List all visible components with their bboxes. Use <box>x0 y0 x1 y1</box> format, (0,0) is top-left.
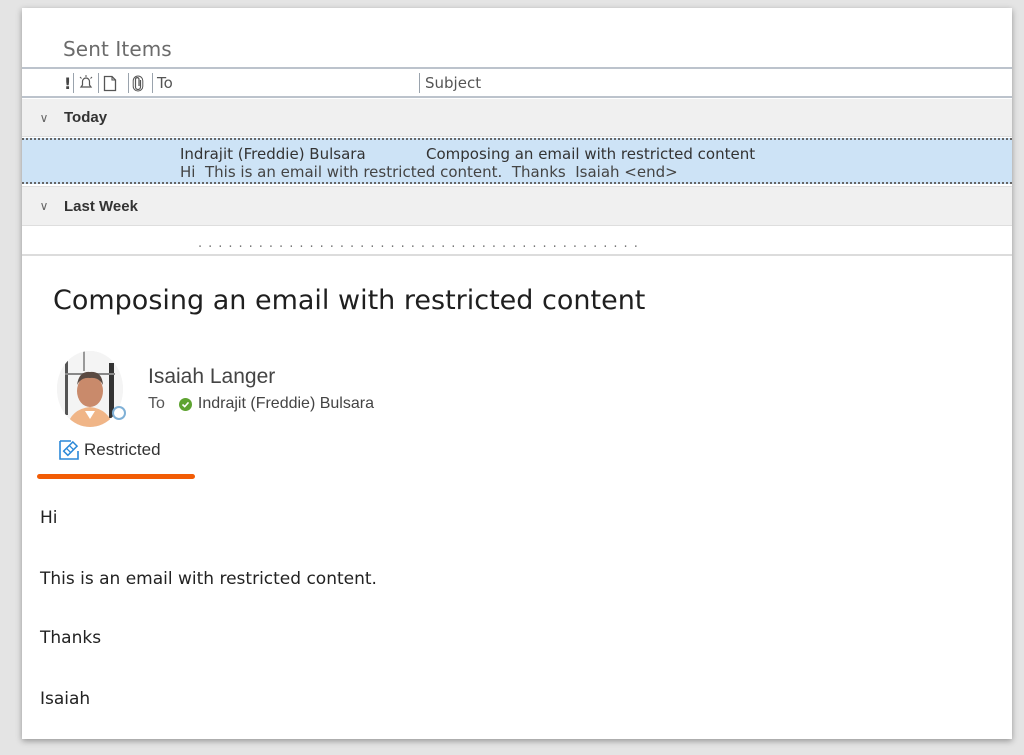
paperclip-icon <box>132 75 144 91</box>
sensitivity-label[interactable]: Restricted <box>58 439 161 461</box>
chevron-down-icon[interactable]: ∨ <box>24 111 64 125</box>
chevron-down-icon[interactable]: ∨ <box>24 199 64 213</box>
group-label: Last Week <box>64 197 138 215</box>
reading-pane-subject: Composing an email with restricted conte… <box>53 285 646 316</box>
recipient-name[interactable]: Indrajit (Freddie) Bulsara <box>198 395 374 413</box>
item-type-column-icon[interactable] <box>103 72 117 94</box>
column-divider[interactable] <box>152 73 153 93</box>
to-column-header[interactable]: To <box>157 72 173 94</box>
bell-icon <box>79 75 93 88</box>
attachment-column-icon[interactable] <box>132 72 144 94</box>
column-divider[interactable] <box>128 73 129 93</box>
subject-column-header[interactable]: Subject <box>425 72 481 94</box>
document-icon <box>103 75 117 91</box>
presence-available-icon <box>178 397 192 411</box>
column-divider[interactable] <box>419 73 420 93</box>
highlight-underline <box>37 474 195 479</box>
message-preview: Hi This is an email with restricted cont… <box>180 163 678 181</box>
message-subject: Composing an email with restricted conte… <box>426 145 756 163</box>
body-line: Thanks <box>40 628 102 648</box>
body-line: Hi <box>40 508 58 528</box>
group-label: Today <box>64 109 108 126</box>
body-line: Isaiah <box>40 689 91 709</box>
column-header: ! To Subject <box>22 67 1012 98</box>
message-recipient: Indrajit (Freddie) Bulsara <box>180 145 366 163</box>
group-header-last-week[interactable]: ∨ Last Week <box>22 186 1012 226</box>
to-label: To <box>148 395 165 412</box>
reminder-column-icon[interactable] <box>77 72 95 94</box>
group-header-today[interactable]: ∨ Today <box>22 99 1012 137</box>
message-row-selected[interactable]: Indrajit (Freddie) Bulsara Composing an … <box>22 138 1012 184</box>
recipients-line: To Indrajit (Freddie) Bulsara <box>148 395 374 413</box>
sensitivity-label-text: Restricted <box>84 440 161 459</box>
outlook-window: Sent Items ! To Subject ∨ Today Indrajit… <box>22 8 1012 739</box>
folder-title: Sent Items <box>63 37 172 61</box>
presence-status-icon <box>112 406 126 420</box>
truncated-row-text: ........................................… <box>198 236 644 251</box>
column-divider[interactable] <box>98 73 99 93</box>
column-divider[interactable] <box>73 73 74 93</box>
message-row-partial[interactable]: ........................................… <box>22 230 1012 256</box>
restricted-label-icon <box>59 440 79 460</box>
body-line: This is an email with restricted content… <box>40 569 377 589</box>
importance-column-icon[interactable]: ! <box>64 72 71 94</box>
sender-name[interactable]: Isaiah Langer <box>148 365 275 389</box>
